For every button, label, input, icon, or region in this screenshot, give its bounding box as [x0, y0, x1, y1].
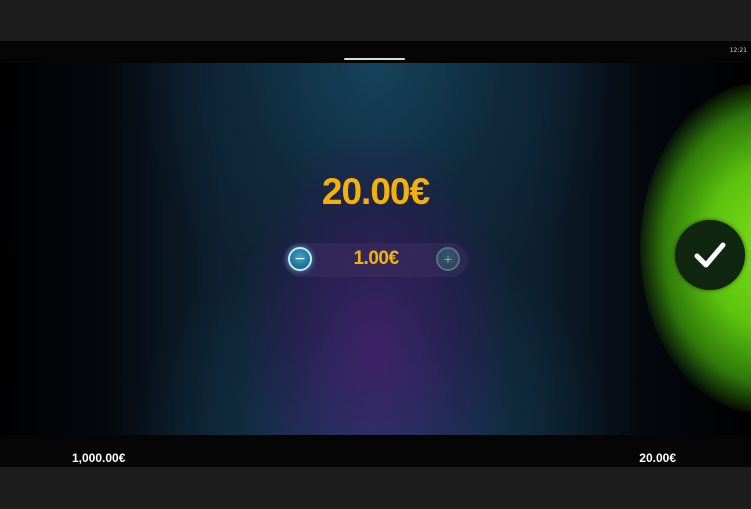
- footer-bar: 1,000.00€ 20.00€: [0, 435, 751, 467]
- bet-value: 20.00€: [639, 451, 676, 465]
- minus-icon: −: [294, 251, 306, 267]
- increase-bet-button[interactable]: +: [436, 247, 460, 271]
- total-bet-value: 20.00€: [321, 171, 430, 212]
- confirm-button[interactable]: [675, 220, 745, 290]
- decrease-bet-button[interactable]: −: [288, 247, 312, 271]
- coin-value-stepper: − 1.00€ +: [284, 243, 468, 277]
- app-frame: 12:21 20.00€ − 1.00€ + 1,000.00€ 20.00€: [0, 0, 751, 509]
- bet-settings-screen: 20.00€ − 1.00€ +: [0, 63, 751, 435]
- home-indicator[interactable]: [344, 58, 405, 60]
- status-time: 12:21: [729, 47, 747, 54]
- coin-value: 1.00€: [353, 248, 399, 269]
- checkmark-icon: [694, 242, 726, 268]
- balance-value: 1,000.00€: [72, 451, 126, 465]
- plus-icon: +: [443, 252, 453, 266]
